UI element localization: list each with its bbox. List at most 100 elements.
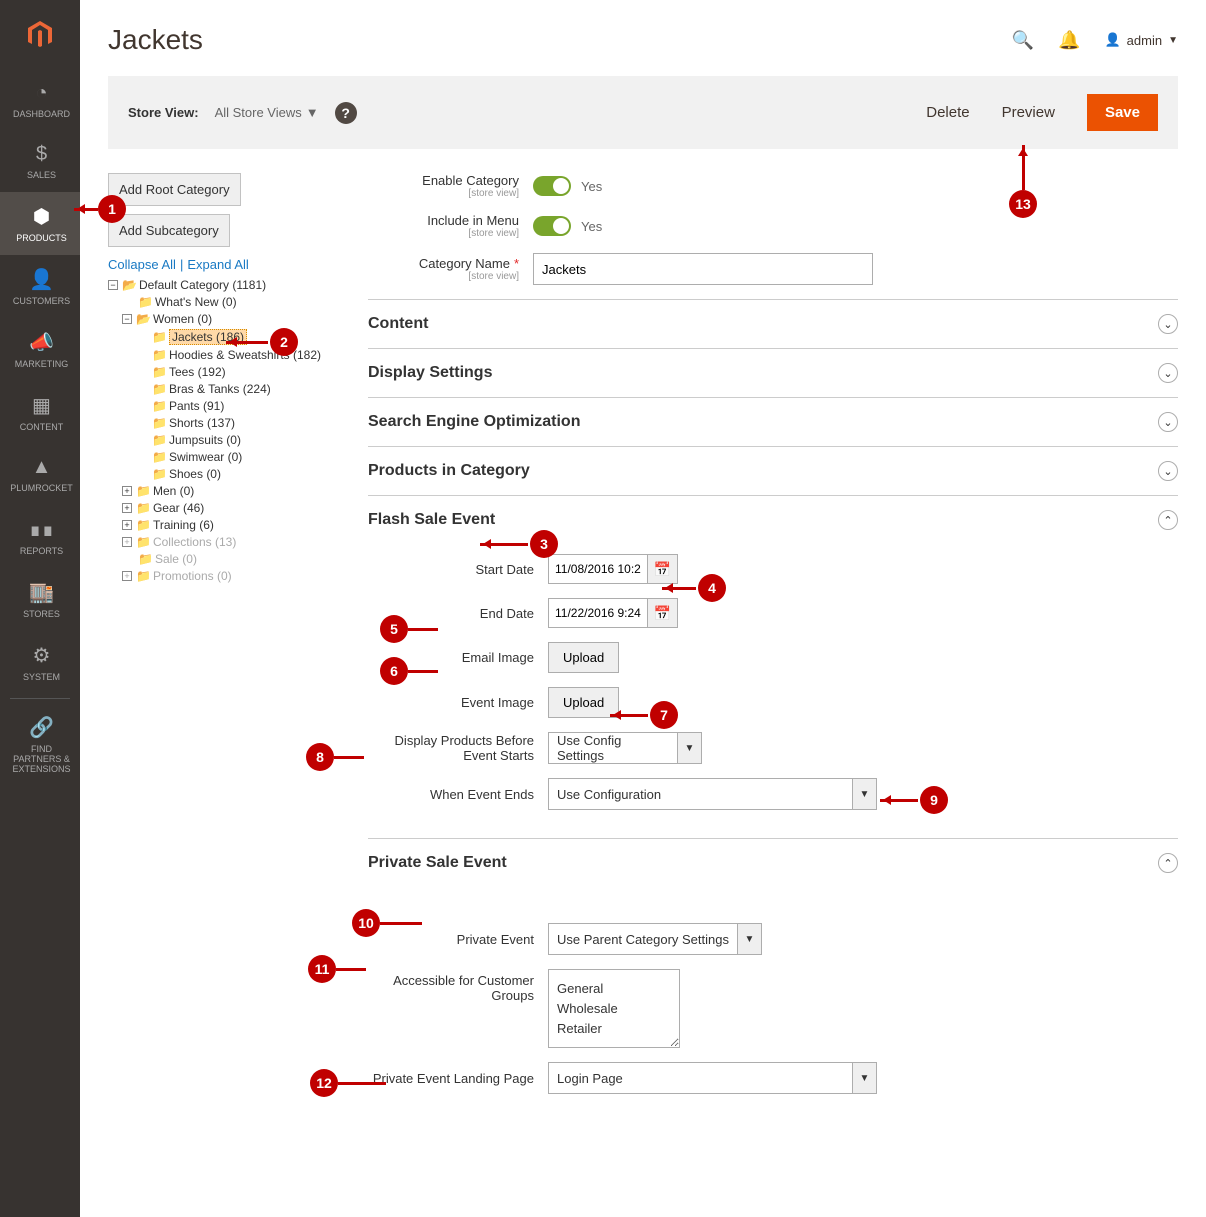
tree-node-shoes[interactable]: 📁Shoes (0) [136,467,348,481]
calendar-icon[interactable]: 📅 [648,554,678,584]
email-image-upload-button[interactable]: Upload [548,642,619,673]
annotation-12: 12 [310,1069,338,1097]
folder-icon: 📁 [136,569,151,583]
group-option[interactable]: Wholesale [557,1001,671,1016]
expand-icon[interactable]: + [122,486,132,496]
section-flash-sale-header[interactable]: Flash Sale Event⌃ [368,510,1178,530]
tree-node-swimwear[interactable]: 📁Swimwear (0) [136,450,348,464]
when-ends-select[interactable]: Use Configuration ▼ [548,778,877,810]
page-title: Jackets [108,24,203,56]
section-display-settings[interactable]: Display Settings⌄ [368,349,1178,398]
collapse-all-link[interactable]: Collapse All [108,257,176,272]
annotation-10: 10 [352,909,380,937]
section-title: Content [368,315,428,333]
enable-category-label: Enable Category [422,173,519,188]
save-button[interactable]: Save [1087,94,1158,131]
scope-label: [store view] [368,271,519,282]
chevron-up-icon: ⌃ [1158,853,1178,873]
tree-node-whatsnew[interactable]: 📁What's New (0) [122,295,348,309]
tree-node-bras[interactable]: 📁Bras & Tanks (224) [136,382,348,396]
tree-node-hoodies[interactable]: 📁Hoodies & Sweatshirts (182) [136,348,348,362]
gauge-icon: ◔ [35,82,47,105]
tree-node-default[interactable]: −📂Default Category (1181) [108,278,348,292]
tree-node-women[interactable]: −📂Women (0) [122,312,348,326]
nav-customers[interactable]: 👤CUSTOMERS [0,255,80,318]
annotation-13: 13 [1009,190,1037,218]
section-private-sale-header[interactable]: Private Sale Event⌃ [368,853,1178,873]
tree-label: Men (0) [153,484,194,498]
display-before-select[interactable]: Use Config Settings ▼ [548,732,702,764]
folder-icon: 📁 [152,330,167,344]
select-value: Use Configuration [557,787,661,802]
landing-page-select[interactable]: Login Page ▼ [548,1062,877,1094]
tree-label: Collections (13) [153,535,236,549]
nav-stores[interactable]: 🏬STORES [0,568,80,631]
collapse-icon[interactable]: − [108,280,118,290]
storeview-label: Store View: [128,105,199,120]
section-title: Search Engine Optimization [368,413,580,431]
tree-node-collections[interactable]: + 📁Collections (13) [122,535,348,549]
expand-icon[interactable]: + [122,571,132,581]
nav-label: PLUMROCKET [10,483,73,493]
enable-category-toggle[interactable] [533,176,571,196]
customer-groups-multiselect[interactable]: General Wholesale Retailer [548,969,680,1048]
add-root-category-button[interactable]: Add Root Category [108,173,241,206]
add-subcategory-button[interactable]: Add Subcategory [108,214,230,247]
nav-label: REPORTS [20,546,63,556]
section-content[interactable]: Content⌄ [368,299,1178,349]
nav-marketing[interactable]: 📣MARKETING [0,318,80,381]
tree-node-tees[interactable]: 📁Tees (192) [136,365,348,379]
group-option[interactable]: Retailer [557,1021,671,1036]
expand-icon[interactable]: + [122,520,132,530]
tree-node-pants[interactable]: 📁Pants (91) [136,399,348,413]
collapse-icon[interactable]: − [122,314,132,324]
tree-node-sale[interactable]: 📁Sale (0) [122,552,348,566]
nav-plumrocket[interactable]: ▲PLUMROCKET [0,444,80,505]
nav-content[interactable]: ▦CONTENT [0,381,80,444]
bell-icon[interactable]: 🔔 [1058,30,1080,51]
preview-button[interactable]: Preview [1002,104,1055,121]
annotation-2: 2 [270,328,298,356]
section-products-in-category[interactable]: Products in Category⌄ [368,447,1178,496]
tree-label: Pants (91) [169,399,224,413]
expand-all-link[interactable]: Expand All [187,257,248,272]
tree-node-training[interactable]: +📁Training (6) [122,518,348,532]
folder-icon: 📁 [136,535,151,549]
include-menu-toggle[interactable] [533,216,571,236]
calendar-icon[interactable]: 📅 [648,598,678,628]
nav-products[interactable]: ⬢PRODUCTS [0,192,80,255]
section-seo[interactable]: Search Engine Optimization⌄ [368,398,1178,447]
search-icon[interactable]: 🔍 [1012,30,1034,51]
nav-sales[interactable]: $SALES [0,131,80,192]
caret-down-icon: ▼ [853,778,877,810]
tree-node-promotions[interactable]: +📁Promotions (0) [122,569,348,583]
annotation-6: 6 [380,657,408,685]
layout-icon: ▦ [32,393,51,418]
chart-icon: ∎∎ [29,517,54,542]
tree-node-men[interactable]: +📁Men (0) [122,484,348,498]
tree-label: Shoes (0) [169,467,221,481]
gear-icon: ⚙ [33,643,51,668]
delete-button[interactable]: Delete [926,104,969,121]
nav-system[interactable]: ⚙SYSTEM [0,631,80,694]
folder-icon: 📁 [152,365,167,379]
group-option[interactable]: General [557,981,671,996]
category-name-input[interactable] [533,253,873,285]
storeview-selector[interactable]: All Store Views ▼ [215,105,319,120]
tree-node-shorts[interactable]: 📁Shorts (137) [136,416,348,430]
start-date-input[interactable] [548,554,648,584]
help-icon[interactable]: ? [335,102,357,124]
expand-icon[interactable]: + [122,503,132,513]
magento-logo[interactable] [0,0,80,70]
nav-dashboard[interactable]: ◔DASHBOARD [0,70,80,131]
nav-label: STORES [23,609,60,619]
folder-icon: 📁 [152,433,167,447]
nav-reports[interactable]: ∎∎ REPORTS [0,505,80,568]
admin-user-menu[interactable]: 👤 admin ▼ [1104,32,1178,48]
end-date-input[interactable] [548,598,648,628]
tree-node-gear[interactable]: +📁Gear (46) [122,501,348,515]
private-event-select[interactable]: Use Parent Category Settings ▼ [548,923,762,955]
nav-partners[interactable]: 🔗FIND PARTNERS & EXTENSIONS [0,703,80,786]
tree-node-jumpsuits[interactable]: 📁Jumpsuits (0) [136,433,348,447]
expand-icon[interactable]: + [122,537,132,547]
